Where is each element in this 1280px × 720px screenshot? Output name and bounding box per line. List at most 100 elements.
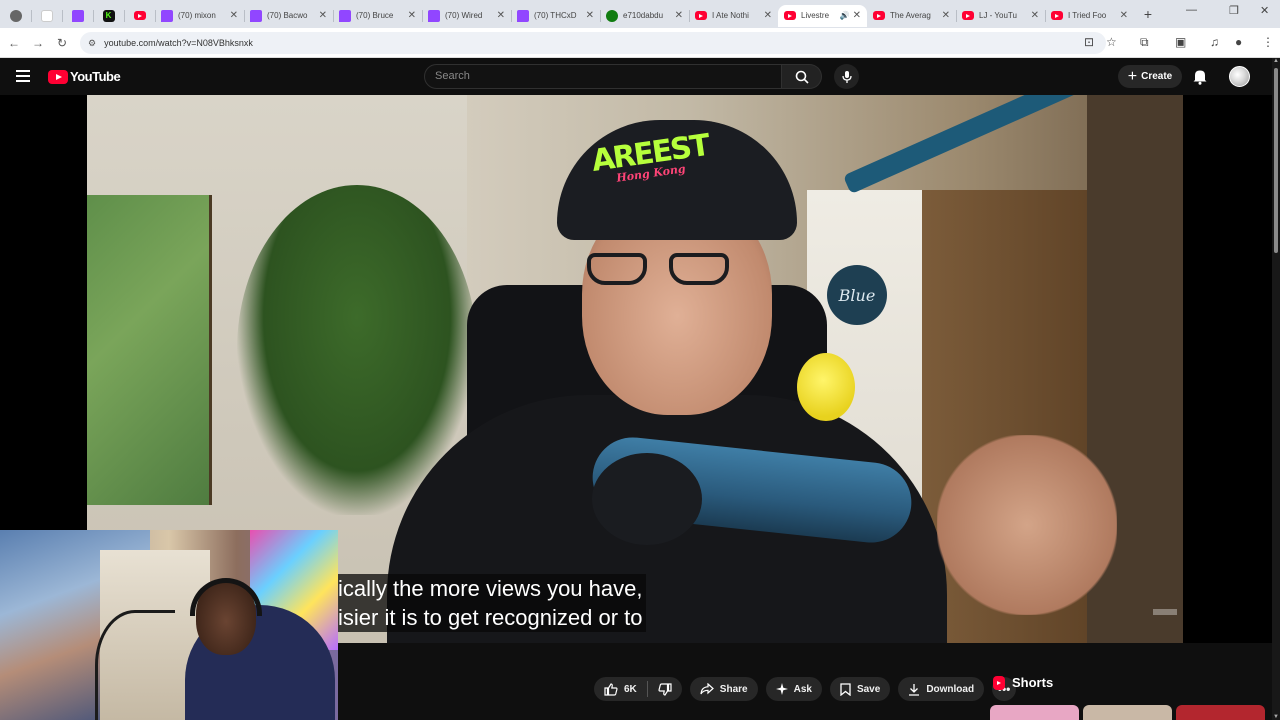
scroll-up-icon[interactable]: ▲: [1272, 58, 1280, 64]
close-icon[interactable]: ✕: [408, 10, 416, 21]
shorts-label: Shorts: [1012, 675, 1054, 690]
bell-icon: [1193, 70, 1207, 85]
tab-title: (70) Bruce: [356, 11, 394, 20]
tab-title: (70) Bacwo: [267, 11, 308, 20]
new-tab-button[interactable]: +: [1138, 6, 1158, 22]
shorts-thumbnails: [990, 705, 1265, 720]
tab-14[interactable]: LJ - YouTu ✕: [956, 5, 1045, 27]
streamer-webcam-overlay: [0, 530, 338, 720]
browser-tab-strip: K (70) mixon ✕ (70) Bacwo ✕ (70) Bruce ✕ (7…: [0, 0, 1280, 28]
video-rubber-duck: [797, 353, 855, 421]
tab-7[interactable]: (70) Bruce ✕: [333, 5, 422, 27]
install-app-icon[interactable]: ⊡: [1084, 35, 1094, 49]
short-thumbnail[interactable]: [1176, 705, 1265, 720]
twitch-icon: [250, 9, 262, 22]
blank-page-icon: [40, 9, 53, 22]
ask-button[interactable]: Ask: [765, 677, 822, 701]
tab-6[interactable]: (70) Bacwo ✕: [244, 5, 333, 27]
tab-8[interactable]: (70) Wired ✕: [422, 5, 511, 27]
close-icon[interactable]: ✕: [1120, 10, 1128, 21]
tab-1[interactable]: [31, 5, 62, 27]
tab-0[interactable]: [0, 5, 31, 27]
dislike-button[interactable]: [648, 677, 682, 701]
tab-15[interactable]: I Tried Foo ✕: [1045, 5, 1134, 27]
share-button[interactable]: Share: [689, 677, 758, 701]
video-hand: [937, 435, 1117, 615]
account-avatar[interactable]: [1229, 66, 1250, 87]
restore-icon[interactable]: ❐: [1229, 4, 1239, 17]
youtube-icon: [133, 11, 146, 20]
close-icon[interactable]: ✕: [319, 10, 327, 21]
mic-brand-logo: Blue: [827, 265, 887, 325]
twitch-icon: [339, 9, 351, 22]
close-window-icon[interactable]: ✕: [1260, 4, 1269, 17]
url-text: youtube.com/watch?v=N08VBhksnxk: [104, 38, 253, 48]
close-icon[interactable]: ✕: [586, 10, 594, 21]
tab-5[interactable]: (70) mixon ✕: [155, 5, 244, 27]
shorts-shelf-header[interactable]: Shorts: [993, 675, 1053, 690]
close-icon[interactable]: ✕: [853, 10, 861, 21]
split-view-icon[interactable]: ▣: [1175, 35, 1186, 49]
tab-10[interactable]: e710dabdu ✕: [600, 5, 689, 27]
youtube-icon: [784, 11, 796, 20]
share-icon: [700, 683, 714, 695]
bookmark-star-icon[interactable]: ☆: [1106, 35, 1117, 49]
back-icon[interactable]: ←: [2, 36, 26, 50]
microphone-icon: [841, 70, 852, 83]
reload-icon[interactable]: ↻: [50, 36, 74, 50]
tab-11[interactable]: I Ate Nothi ✕: [689, 5, 778, 27]
youtube-icon: [873, 11, 885, 20]
download-button[interactable]: Download: [898, 677, 985, 701]
tab-12-active[interactable]: Livestre 🔊 ✕: [778, 4, 867, 27]
scroll-down-icon[interactable]: ▼: [1272, 714, 1280, 720]
menu-dots-icon[interactable]: ⋮: [1262, 35, 1274, 49]
page-scrollbar[interactable]: ▲ ▼: [1272, 58, 1280, 720]
save-button[interactable]: Save: [829, 677, 891, 701]
tab-title: (70) mixon: [178, 11, 216, 20]
scrollbar-thumb[interactable]: [1274, 68, 1278, 253]
search-input[interactable]: Search: [424, 64, 782, 89]
close-icon[interactable]: ✕: [675, 10, 683, 21]
media-controls-icon[interactable]: ♫: [1210, 35, 1219, 49]
tab-title: I Tried Foo: [1068, 11, 1107, 20]
url-input[interactable]: ⚙ youtube.com/watch?v=N08VBhksnxk: [80, 32, 1106, 54]
twitch-icon: [428, 9, 440, 22]
tab-title: (70) THCxD: [534, 11, 577, 20]
hamburger-menu-icon[interactable]: [16, 70, 30, 82]
tab-2[interactable]: [62, 5, 93, 27]
forward-icon[interactable]: →: [26, 36, 50, 50]
video-microphone-head: [592, 453, 702, 545]
subscribe-watermark[interactable]: [1153, 609, 1177, 615]
close-icon[interactable]: ✕: [497, 10, 505, 21]
like-button[interactable]: 6K: [594, 677, 647, 701]
like-dislike-group: 6K: [594, 677, 682, 701]
extensions-icon[interactable]: ⧉: [1140, 35, 1149, 50]
twitch-icon: [71, 9, 84, 22]
save-label: Save: [856, 683, 881, 695]
action-row: 6K Share Ask Save Download •••: [594, 677, 1017, 701]
profile-icon[interactable]: ●: [1235, 35, 1242, 49]
close-icon[interactable]: ✕: [942, 10, 950, 21]
close-icon[interactable]: ✕: [1031, 10, 1039, 21]
tab-title: (70) Wired: [445, 11, 483, 20]
logo-text: YouTube: [70, 69, 121, 84]
download-icon: [909, 683, 920, 696]
speaker-icon[interactable]: 🔊: [840, 11, 850, 20]
search-button[interactable]: [782, 64, 822, 89]
share-label: Share: [719, 683, 748, 695]
tab-4[interactable]: [124, 5, 155, 27]
short-thumbnail[interactable]: [990, 705, 1079, 720]
site-info-icon[interactable]: ⚙: [88, 38, 96, 49]
notifications-button[interactable]: [1192, 68, 1208, 90]
minimize-icon[interactable]: —: [1186, 4, 1197, 16]
tab-9[interactable]: (70) THCxD ✕: [511, 5, 600, 27]
tab-3[interactable]: K: [93, 5, 124, 27]
youtube-logo[interactable]: YouTube: [48, 69, 121, 84]
close-icon[interactable]: ✕: [764, 10, 772, 21]
sparkle-icon: [775, 683, 788, 695]
tab-13[interactable]: The Averag ✕: [867, 5, 956, 27]
close-icon[interactable]: ✕: [230, 10, 238, 21]
voice-search-button[interactable]: [834, 64, 859, 89]
short-thumbnail[interactable]: [1083, 705, 1172, 720]
create-button[interactable]: + Create: [1118, 65, 1182, 88]
